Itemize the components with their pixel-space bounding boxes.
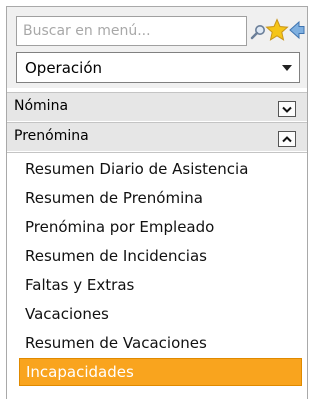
- section-label: Nómina: [14, 98, 69, 114]
- menu-item-resumen-diario-asistencia[interactable]: Resumen Diario de Asistencia: [19, 155, 302, 183]
- menu-item-vacaciones[interactable]: Vacaciones: [19, 300, 302, 328]
- menu-item-prenomina-por-empleado[interactable]: Prenómina por Empleado: [19, 213, 302, 241]
- menu-panel: Operación Nómina Prenómina Resumen Diari…: [6, 6, 308, 399]
- chevron-down-icon[interactable]: [278, 101, 296, 117]
- section-label: Prenómina: [14, 128, 89, 144]
- chevron-down-icon[interactable]: [275, 53, 299, 82]
- menu-item-faltas-y-extras[interactable]: Faltas y Extras: [19, 271, 302, 299]
- back-arrow-icon[interactable]: [289, 20, 305, 40]
- search-input[interactable]: [16, 16, 247, 46]
- module-select[interactable]: Operación: [16, 52, 300, 83]
- chevron-up-icon[interactable]: [278, 131, 296, 147]
- menu-item-resumen-incidencias[interactable]: Resumen de Incidencias: [19, 242, 302, 270]
- menu-item-incapacidades[interactable]: Incapacidades: [19, 358, 302, 386]
- module-select-value: Operación: [25, 59, 103, 77]
- menu-item-resumen-vacaciones[interactable]: Resumen de Vacaciones: [19, 329, 302, 357]
- menu-toolbar: Operación: [7, 7, 307, 88]
- menu-list: Resumen Diario de Asistencia Resumen de …: [7, 152, 307, 386]
- menu-item-resumen-prenomina[interactable]: Resumen de Prenómina: [19, 184, 302, 212]
- section-header-prenomina[interactable]: Prenómina: [7, 122, 307, 151]
- section-header-nomina[interactable]: Nómina: [7, 92, 307, 121]
- star-icon[interactable]: [265, 18, 289, 42]
